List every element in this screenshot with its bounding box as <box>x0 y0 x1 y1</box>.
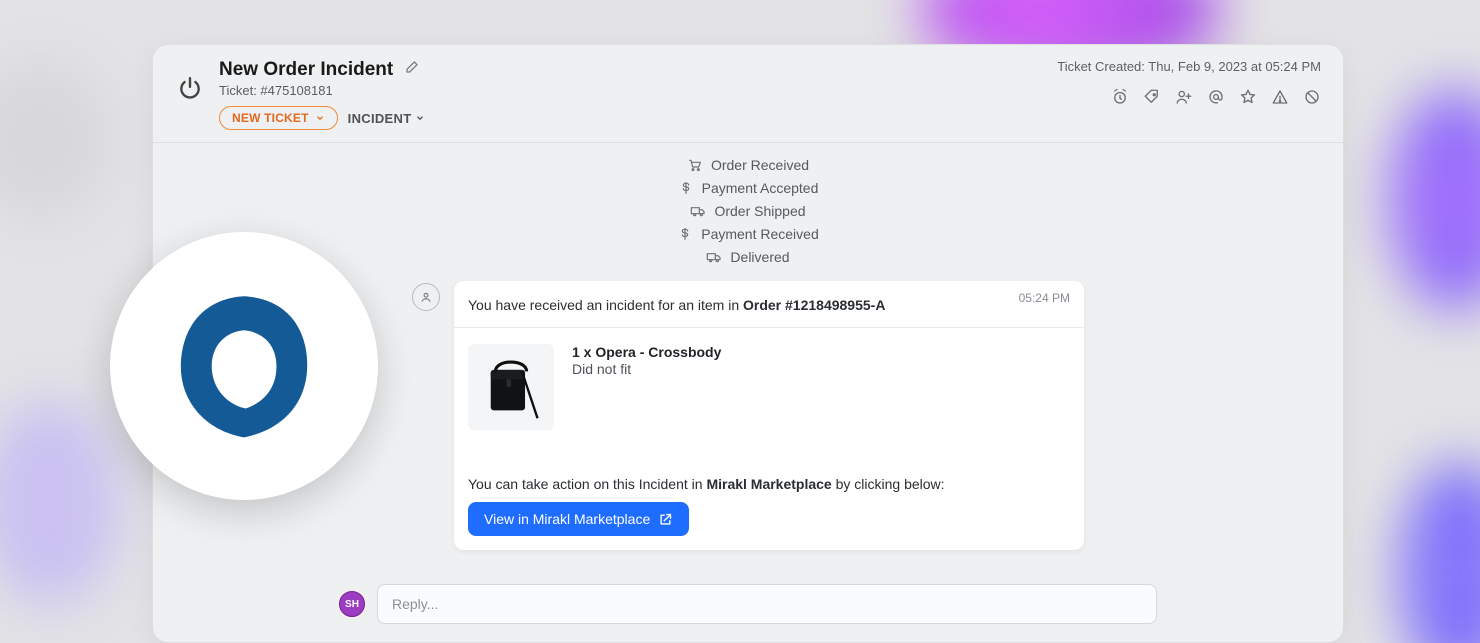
block-icon[interactable] <box>1303 88 1321 106</box>
status-badge-new-ticket[interactable]: NEW TICKET <box>219 106 338 130</box>
header-right: Ticket Created: Thu, Feb 9, 2023 at 05:2… <box>1057 59 1321 106</box>
view-in-marketplace-button[interactable]: View in Mirakl Marketplace <box>468 502 689 536</box>
order-timeline: Order Received Payment Accepted Order Sh… <box>153 157 1343 265</box>
timeline-row: Delivered <box>706 249 789 265</box>
timeline-label: Payment Accepted <box>702 180 819 196</box>
reply-avatar-initials: SH <box>345 599 359 610</box>
category-dropdown[interactable]: INCIDENT <box>348 111 426 126</box>
message-order-id: Order #1218498955-A <box>743 297 885 313</box>
message-time: 05:24 PM <box>1019 291 1070 305</box>
status-badge-label: NEW TICKET <box>232 111 309 125</box>
edit-icon[interactable] <box>403 60 419 81</box>
ticket-created-text: Ticket Created: Thu, Feb 9, 2023 at 05:2… <box>1057 59 1321 74</box>
truck-icon <box>706 249 722 265</box>
action-post-text: by clicking below: <box>832 476 945 492</box>
chevron-down-icon <box>415 113 425 123</box>
tag-icon[interactable] <box>1143 88 1161 106</box>
category-label: INCIDENT <box>348 111 412 126</box>
dollar-icon <box>678 180 694 196</box>
chevron-down-icon <box>315 113 325 123</box>
warning-icon[interactable] <box>1271 88 1289 106</box>
reply-bar: SH <box>339 584 1157 624</box>
add-user-icon[interactable] <box>1175 88 1193 106</box>
ticket-title: New Order Incident <box>219 59 393 81</box>
message-card: 05:24 PM You have received an incident f… <box>454 281 1084 550</box>
divider <box>454 327 1084 328</box>
decorative-blob <box>1390 90 1480 310</box>
message-action-line: You can take action on this Incident in … <box>468 476 1070 492</box>
timeline-label: Delivered <box>730 249 789 265</box>
timeline-row: Order Received <box>687 157 809 173</box>
item-reason: Did not fit <box>572 361 721 377</box>
reply-avatar: SH <box>339 591 365 617</box>
timeline-label: Order Shipped <box>714 203 805 219</box>
power-icon <box>175 73 205 103</box>
message-intro: You have received an incident for an ite… <box>468 297 1070 313</box>
incident-item-row: 1 x Opera - Crossbody Did not fit <box>468 340 1070 476</box>
reminder-icon[interactable] <box>1111 88 1129 106</box>
header-action-icons <box>1057 88 1321 106</box>
timeline-row: Payment Received <box>677 226 819 242</box>
sender-avatar <box>412 283 440 311</box>
view-button-label: View in Mirakl Marketplace <box>484 511 650 527</box>
item-thumbnail <box>468 344 554 430</box>
action-pre-text: You can take action on this Incident in <box>468 476 706 492</box>
brand-logo-badge <box>110 232 378 500</box>
timeline-row: Payment Accepted <box>678 180 819 196</box>
cart-icon <box>687 157 703 173</box>
mention-icon[interactable] <box>1207 88 1225 106</box>
timeline-row: Order Shipped <box>690 203 805 219</box>
dollar-icon <box>677 226 693 242</box>
decorative-blob <box>0 60 110 220</box>
timeline-label: Payment Received <box>701 226 819 242</box>
ticket-header: New Order Incident Ticket: #475108181 NE… <box>153 45 1343 143</box>
ticket-number: Ticket: #475108181 <box>219 83 1043 98</box>
user-icon <box>419 290 433 304</box>
reply-input[interactable] <box>377 584 1157 624</box>
timeline-label: Order Received <box>711 157 809 173</box>
external-link-icon <box>658 512 673 527</box>
decorative-blob <box>1400 463 1480 643</box>
header-left: New Order Incident Ticket: #475108181 NE… <box>219 59 1043 130</box>
item-name: 1 x Opera - Crossbody <box>572 344 721 360</box>
message-intro-text: You have received an incident for an ite… <box>468 297 743 313</box>
shield-logo-icon <box>159 281 329 451</box>
decorative-blob <box>0 403 120 603</box>
action-bold-text: Mirakl Marketplace <box>706 476 831 492</box>
star-icon[interactable] <box>1239 88 1257 106</box>
truck-icon <box>690 203 706 219</box>
